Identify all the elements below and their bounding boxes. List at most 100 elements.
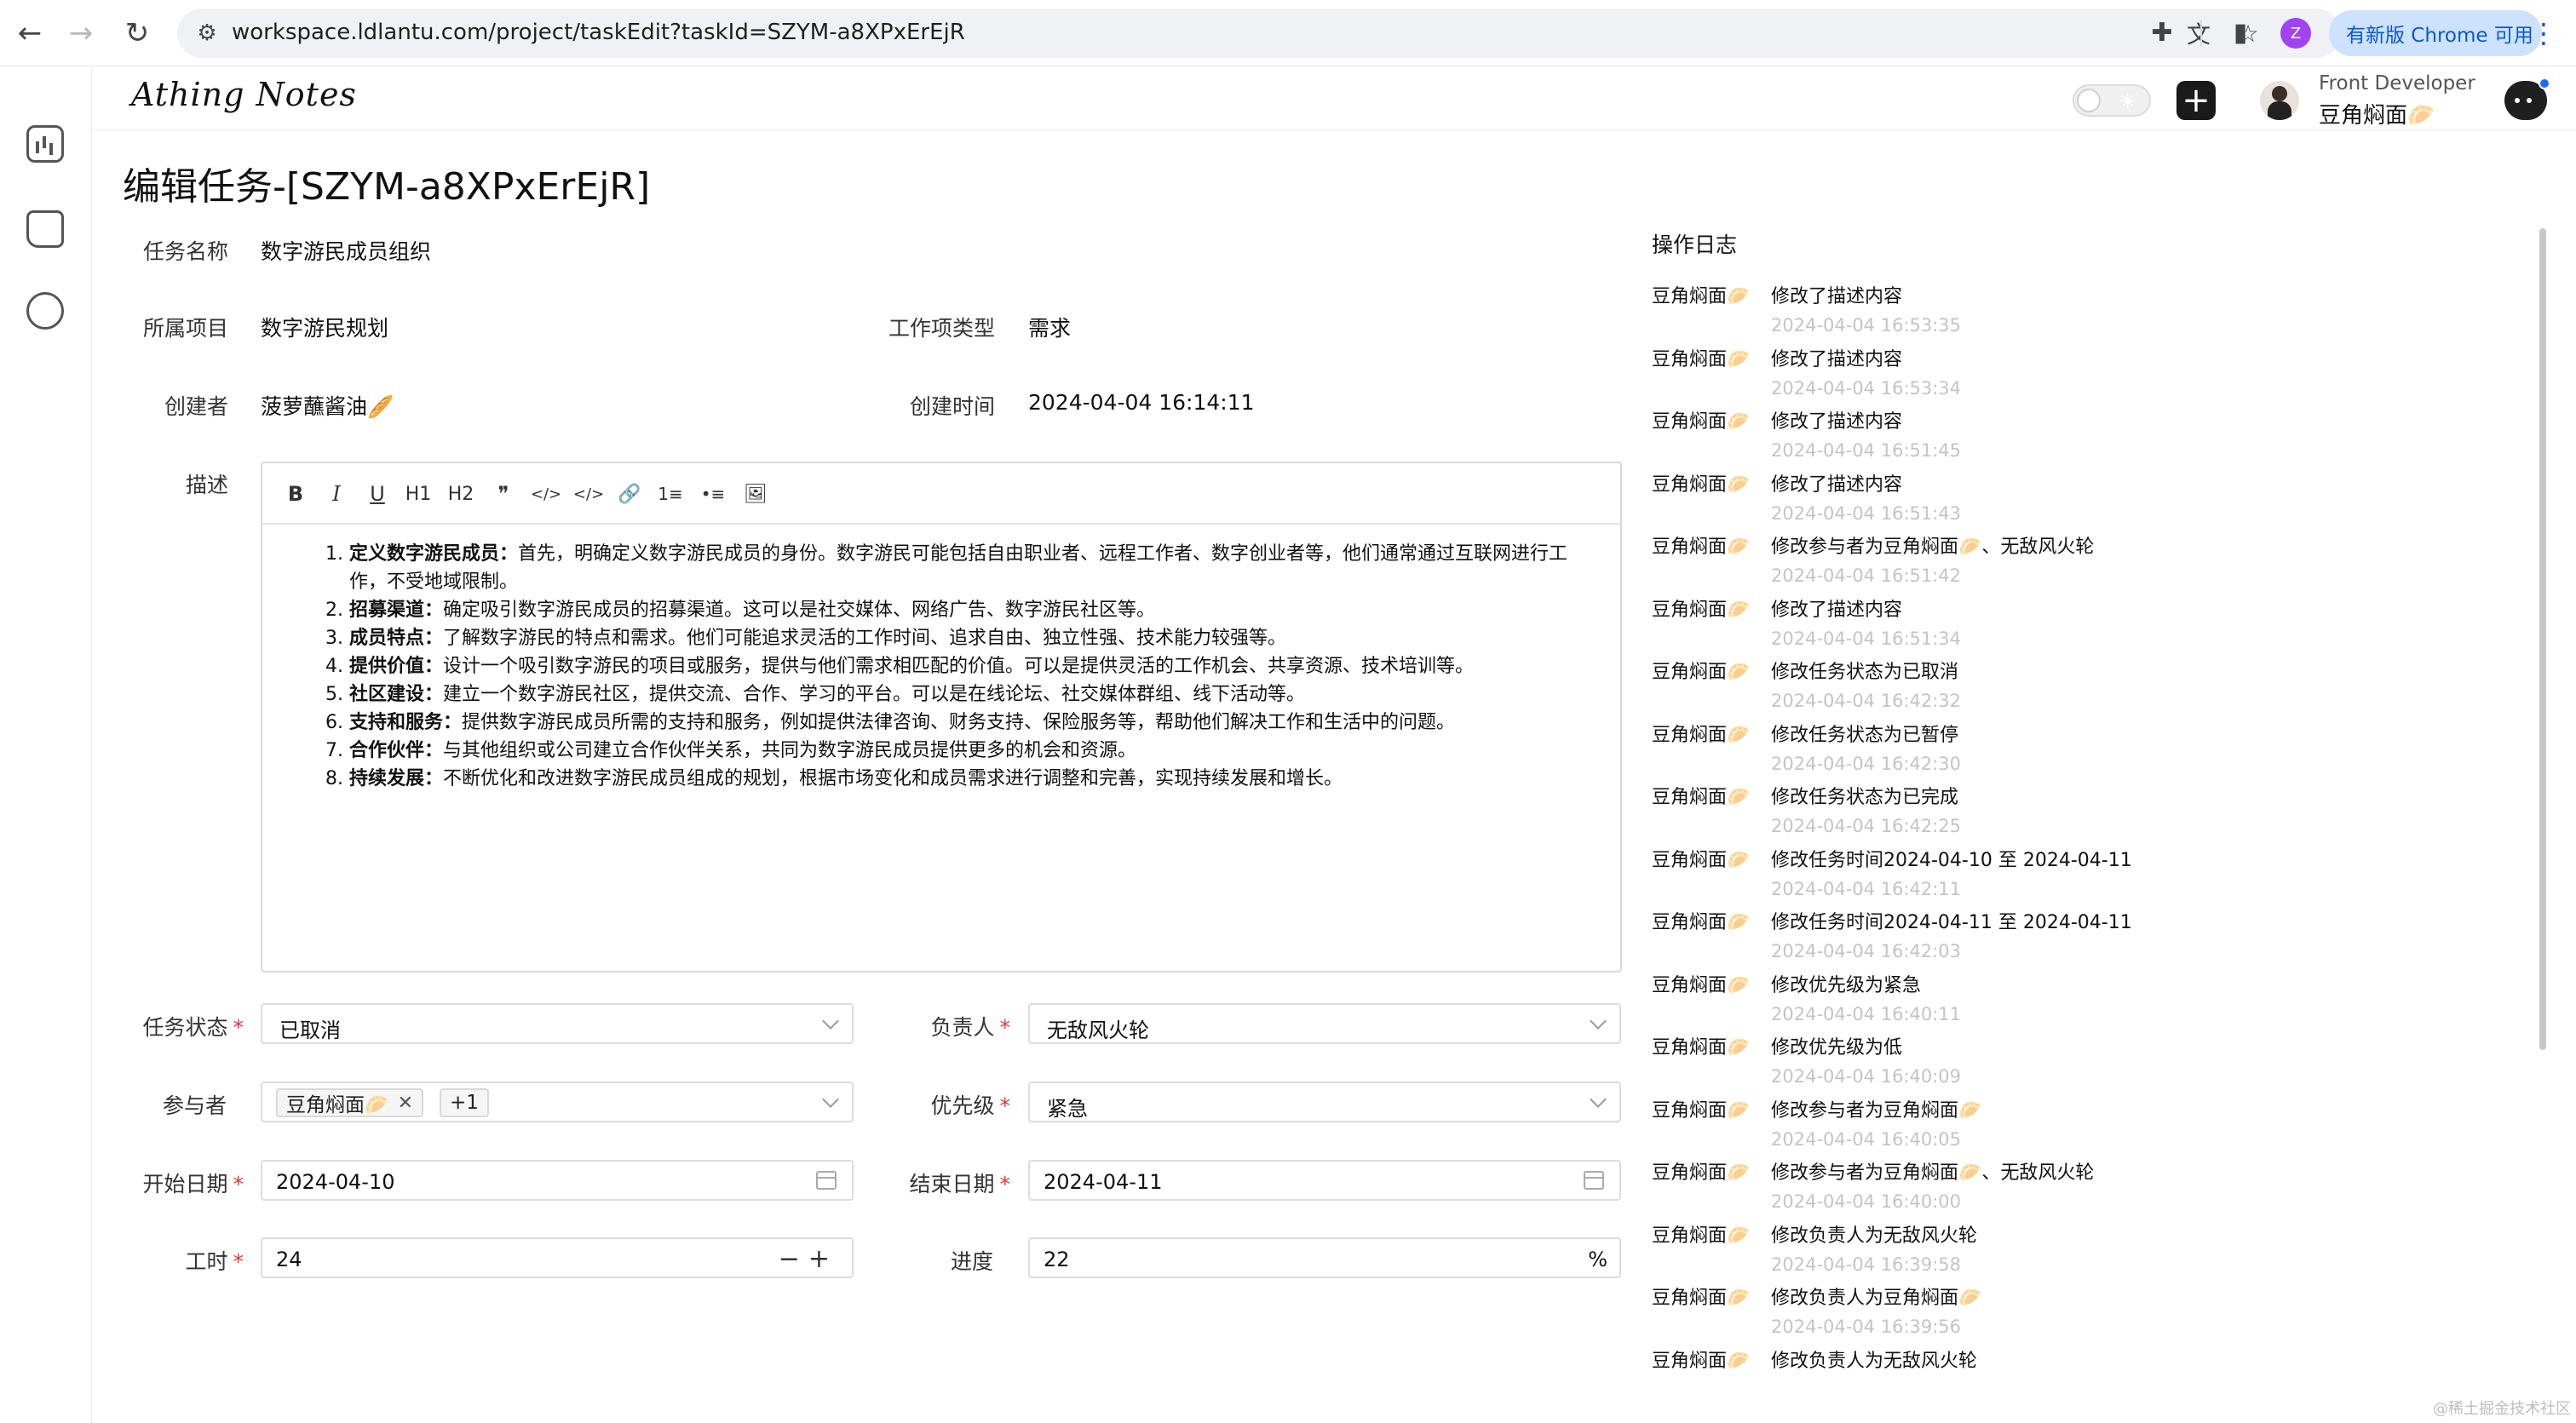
list-item-text: 首先，明确定义数字游民成员的身份。数字游民可能包括自由职业者、远程工作者、数字创… (349, 543, 1568, 593)
app-logo[interactable]: Athing Notes (131, 76, 357, 113)
user-role: Front Developer (2319, 72, 2475, 95)
dashboard-chart-icon[interactable] (26, 125, 64, 163)
creator-value: 菠萝蘸酱油🥖 (261, 394, 394, 419)
list-item-text: 了解数字游民的特点和需求。他们可能追求灵活的工作时间、追求自由、独立性强、技术能… (443, 628, 1287, 649)
log-entry-action: 修改任务时间2024-04-10 至 2024-04-11 (1771, 849, 2132, 871)
user-name[interactable]: 豆角焖面🥟 (2319, 98, 2435, 129)
add-button[interactable]: + (2176, 81, 2216, 120)
log-entry-time: 2024-04-04 16:42:03 (1771, 941, 1962, 961)
log-entry-action: 修改任务状态为已完成 (1771, 787, 1959, 808)
priority-label-text: 优先级 (930, 1093, 995, 1118)
log-entry-action: 修改负责人为无敌风火轮 (1771, 1225, 1978, 1247)
log-entry-time: 2024-04-04 16:51:45 (1771, 440, 1962, 461)
calendar-icon[interactable] (816, 1171, 837, 1190)
heading1-icon[interactable]: H1 (402, 479, 434, 509)
list-item: 成员特点：了解数字游民的特点和需求。他们可能追求灵活的工作时间、追求自由、独立性… (349, 624, 1598, 652)
address-url[interactable]: workspace.ldlantu.com/project/taskEdit?t… (232, 20, 965, 45)
start-date-label-text: 开始日期 (142, 1172, 228, 1196)
log-entry-time: 2024-04-04 16:53:34 (1771, 377, 1962, 399)
list-item: 社区建设：建立一个数字游民社区，提供交流、合作、学习的平台。可以是在线论坛、社交… (349, 680, 1598, 709)
calendar-icon[interactable] (1584, 1171, 1604, 1190)
blockquote-icon[interactable]: ❞ (487, 479, 520, 509)
team-icon[interactable] (26, 292, 64, 330)
toolbar-divider (2200, 20, 2202, 46)
translate-icon[interactable]: 文 (2184, 19, 2213, 49)
list-item-title: 社区建设： (349, 684, 444, 705)
underline-icon[interactable]: U (361, 479, 394, 509)
log-entry-action: 修改了描述内容 (1771, 411, 1903, 433)
notes-icon[interactable] (26, 210, 64, 248)
heading2-icon[interactable]: H2 (445, 479, 477, 509)
status-value: 已取消 (279, 1018, 341, 1042)
start-date-value: 2024-04-10 (276, 1170, 395, 1194)
log-entry-action: 修改了描述内容 (1771, 599, 1903, 621)
extensions-puzzle-icon[interactable]: ✚ (2145, 15, 2179, 49)
list-item-text: 设计一个吸引数字游民的项目或服务，提供与他们需求相匹配的价值。可以是提供灵活的工… (443, 656, 1475, 677)
log-entry-action: 修改负责人为无敌风火轮 (1771, 1350, 1978, 1372)
progress-value[interactable]: 22 (1044, 1248, 1070, 1271)
log-entry-action: 修改任务时间2024-04-11 至 2024-04-11 (1771, 912, 2132, 933)
log-entry-time: 2024-04-04 16:53:35 (1771, 315, 1962, 336)
participants-label: 参与者 (162, 1093, 227, 1118)
address-bar[interactable]: ⚙ workspace.ldlantu.com/project/taskEdit… (177, 9, 2341, 58)
list-item-title: 定义数字游民成员： (349, 543, 519, 565)
start-date-label: 开始日期 * (119, 1168, 244, 1198)
participant-tag-label: 豆角焖面🥟 (286, 1094, 389, 1116)
assignee-select[interactable]: 无敌风火轮 (1028, 1003, 1621, 1044)
remove-tag-icon[interactable]: ✕ (398, 1093, 413, 1114)
list-item-title: 提供价值： (349, 656, 444, 677)
list-item-text: 建立一个数字游民社区，提供交流、合作、学习的平台。可以是在线论坛、社交媒体群组、… (443, 684, 1306, 705)
list-item-title: 持续发展： (349, 768, 444, 789)
participant-more-tag[interactable]: +1 (440, 1088, 489, 1117)
kebab-menu-icon[interactable]: ⋮ (2527, 10, 2561, 56)
quantity-stepper[interactable]: −+ (779, 1244, 838, 1274)
status-select[interactable]: 已取消 (261, 1003, 854, 1044)
reload-icon[interactable]: ↻ (116, 12, 158, 55)
hours-value[interactable]: 24 (276, 1248, 302, 1271)
log-entry-time: 2024-04-04 16:42:11 (1771, 878, 1962, 899)
app-header: Athing Notes ☀ + Front Developer 豆角焖面🥟 (92, 67, 2576, 130)
progress-input[interactable]: 22 % (1028, 1237, 1621, 1278)
bold-icon[interactable]: B (279, 479, 312, 509)
link-icon[interactable]: 🔗 (613, 479, 646, 509)
forward-arrow-icon[interactable]: → (60, 12, 102, 55)
priority-select[interactable]: 紧急 (1028, 1082, 1621, 1122)
log-entry-time: 2024-04-04 16:42:30 (1771, 753, 1962, 774)
code-block-icon[interactable]: </> (572, 479, 605, 509)
log-entry-user: 豆角焖面🥟 (1652, 536, 1751, 558)
italic-icon[interactable]: I (320, 479, 353, 509)
log-entry-time: 2024-04-04 16:40:00 (1771, 1191, 1962, 1212)
start-date-picker[interactable]: 2024-04-10 (261, 1160, 854, 1201)
inline-code-icon[interactable]: </> (530, 479, 562, 509)
hours-input[interactable]: 24 −+ (261, 1237, 854, 1278)
plus-icon[interactable]: + (808, 1244, 838, 1274)
participant-tag: 豆角焖面🥟 ✕ (276, 1088, 424, 1117)
log-entry-time: 2024-04-04 16:39:58 (1771, 1254, 1962, 1275)
editor-content[interactable]: 定义数字游民成员：首先，明确定义数字游民成员的身份。数字游民可能包括自由职业者、… (312, 540, 1598, 793)
progress-label: 进度 (950, 1249, 993, 1274)
participants-select[interactable]: 豆角焖面🥟 ✕ +1 (261, 1082, 854, 1122)
left-icon-rail (0, 67, 92, 1423)
minus-icon[interactable]: − (779, 1244, 808, 1274)
side-panel-icon[interactable]: ▮ (2223, 15, 2257, 49)
created-time-label: 创建时间 (909, 394, 995, 419)
back-arrow-icon[interactable]: ← (9, 12, 51, 55)
site-info-icon[interactable]: ⚙ (193, 19, 221, 48)
profile-avatar[interactable]: Z (2280, 18, 2311, 49)
image-icon[interactable]: 🖼 (739, 479, 772, 509)
list-item-title: 招募渠道： (349, 600, 444, 621)
end-date-picker[interactable]: 2024-04-11 (1028, 1160, 1621, 1201)
log-entry-user: 豆角焖面🥟 (1652, 912, 1751, 933)
log-scrollbar[interactable] (2539, 228, 2546, 1050)
description-editor[interactable]: B I U H1 H2 ❞ </> </> 🔗 1≡ •≡ 🖼 定义数字游民成员… (261, 462, 1622, 973)
task-name-label: 任务名称 (142, 239, 228, 264)
theme-toggle[interactable]: ☀ (2073, 84, 2151, 117)
chrome-update-button[interactable]: 有新版 Chrome 可用 (2329, 10, 2542, 56)
bullet-list-icon[interactable]: •≡ (697, 479, 729, 509)
log-entry-user: 豆角焖面🥟 (1652, 1225, 1751, 1247)
user-avatar[interactable] (2260, 81, 2299, 120)
chat-bubble-icon[interactable] (2504, 77, 2550, 120)
log-entry-action: 修改任务状态为已取消 (1771, 662, 1959, 683)
list-item: 持续发展：不断优化和改进数字游民成员组成的规划，根据市场变化和成员需求进行调整和… (349, 765, 1598, 793)
ordered-list-icon[interactable]: 1≡ (654, 479, 687, 509)
